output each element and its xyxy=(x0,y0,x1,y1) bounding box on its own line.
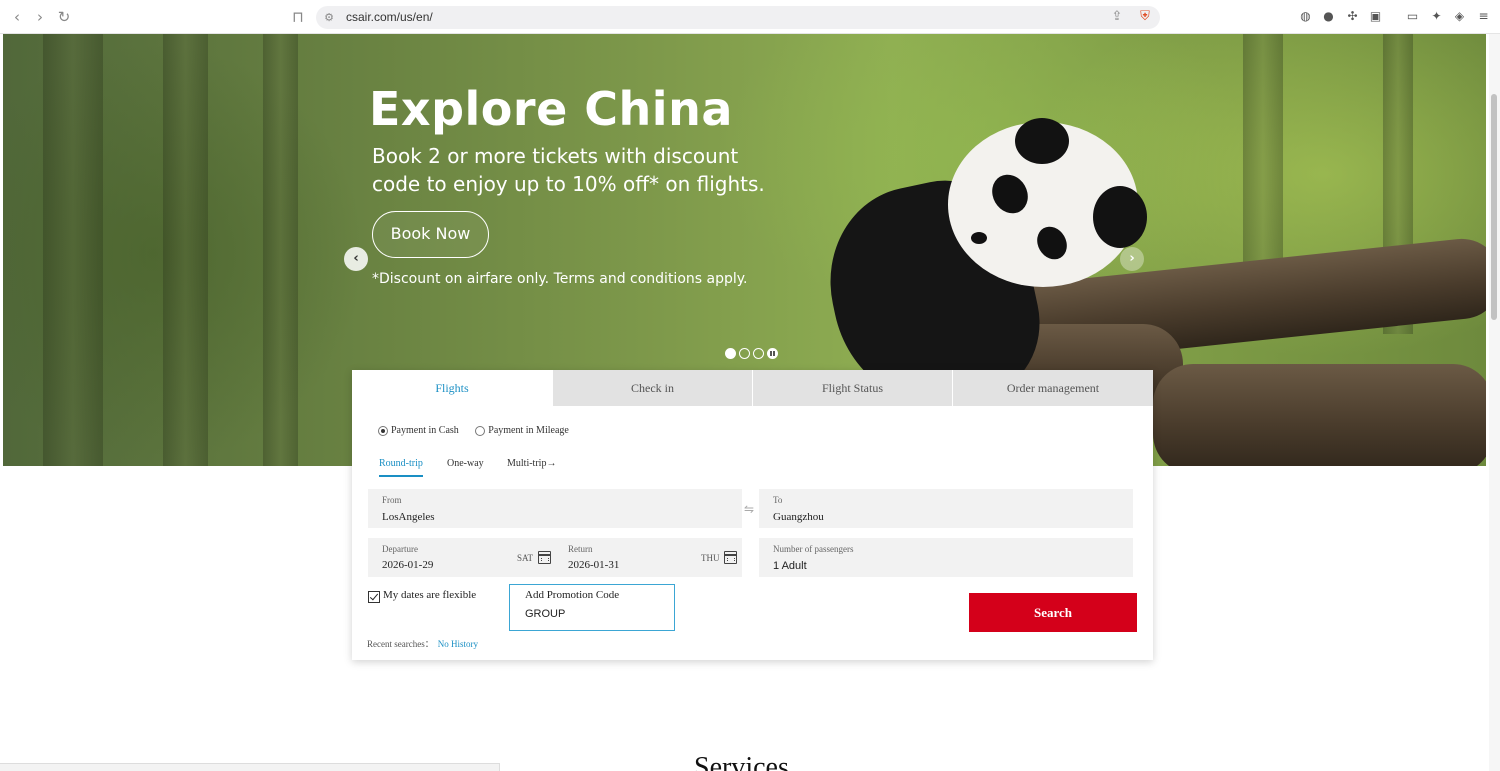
promo-code-input[interactable]: Add Promotion Code GROUP xyxy=(509,584,675,631)
address-bar[interactable]: ⚙ csair.com/us/en/ ⇪ ⛨ xyxy=(316,6,1160,29)
recent-searches-label: Recent searches： xyxy=(367,639,434,649)
tab-order-management[interactable]: Order management xyxy=(952,370,1153,406)
scroll-thumb[interactable] xyxy=(1491,94,1497,320)
calendar-icon[interactable] xyxy=(538,551,551,564)
recent-searches: Recent searches： No History xyxy=(367,637,478,650)
trip-round[interactable]: Round-trip xyxy=(379,458,423,477)
payment-cash-radio[interactable] xyxy=(378,425,388,436)
panda-ear xyxy=(1093,186,1147,248)
to-value[interactable]: Guangzhou xyxy=(773,511,824,523)
ai-icon[interactable]: ✦ xyxy=(1429,9,1444,24)
promo-code-label: Add Promotion Code xyxy=(525,589,620,601)
reload-icon[interactable]: ↻ xyxy=(55,8,73,26)
bookmark-icon[interactable]: ⊓ xyxy=(289,8,307,26)
flexible-dates-checkbox[interactable] xyxy=(368,591,380,603)
hero-title: Explore China xyxy=(369,82,733,136)
extension-icon-2[interactable]: ● xyxy=(1321,9,1336,24)
extension-icon-1[interactable]: ◍ xyxy=(1298,9,1313,24)
scrollbar[interactable] xyxy=(1489,34,1500,771)
carousel-dot[interactable] xyxy=(725,348,736,359)
pause-icon[interactable] xyxy=(767,348,778,359)
from-value[interactable]: LosAngeles xyxy=(382,511,435,523)
book-now-button[interactable]: Book Now xyxy=(372,211,489,258)
recent-searches-link[interactable]: No History xyxy=(438,639,478,649)
tab-check-in[interactable]: Check in xyxy=(552,370,752,406)
return-day: THU xyxy=(701,553,720,563)
vpn-icon[interactable]: ◈ xyxy=(1452,9,1467,24)
to-label: To xyxy=(773,495,783,505)
search-button[interactable]: Search xyxy=(969,593,1137,632)
passengers-label: Number of passengers xyxy=(773,544,854,554)
site-settings-icon[interactable]: ⚙ xyxy=(320,9,338,27)
shield-icon[interactable]: ⛨ xyxy=(1136,8,1154,26)
carousel-prev-icon[interactable]: ‹ xyxy=(344,247,368,271)
departure-day: SAT xyxy=(517,553,534,563)
forward-icon[interactable]: › xyxy=(31,8,49,26)
back-icon[interactable]: ‹ xyxy=(8,8,26,26)
browser-toolbar: ‹ › ↻ ⊓ ⚙ csair.com/us/en/ ⇪ ⛨ ◍ ● ✣ ▣ ▭… xyxy=(0,0,1500,34)
hero-subtitle: Book 2 or more tickets with discount cod… xyxy=(372,144,765,196)
url-text[interactable]: csair.com/us/en/ xyxy=(346,10,433,24)
departure-value[interactable]: 2026-01-29 xyxy=(382,559,433,571)
swap-icon[interactable]: ⇋ xyxy=(744,502,754,516)
carousel-dot[interactable] xyxy=(739,348,750,359)
date-field[interactable]: Departure 2026-01-29 SAT Return 2026-01-… xyxy=(368,538,742,577)
services-heading: Services xyxy=(694,752,789,771)
calendar-icon[interactable] xyxy=(724,551,737,564)
flexible-dates-label[interactable]: My dates are flexible xyxy=(383,589,476,601)
menu-icon[interactable]: ≡ xyxy=(1476,9,1491,24)
panda-ear xyxy=(1015,118,1069,164)
return-value[interactable]: 2026-01-31 xyxy=(568,559,619,571)
promo-code-value[interactable]: GROUP xyxy=(525,608,565,620)
return-label: Return xyxy=(568,544,593,554)
payment-mileage-label[interactable]: Payment in Mileage xyxy=(488,425,569,436)
panda-nose xyxy=(971,232,987,244)
carousel-dot[interactable] xyxy=(753,348,764,359)
booking-panel: Flights Check in Flight Status Order man… xyxy=(352,370,1153,660)
hero-note: *Discount on airfare only. Terms and con… xyxy=(372,271,748,287)
from-field[interactable]: From LosAngeles xyxy=(368,489,742,528)
payment-options: Payment in Cash Payment in Mileage xyxy=(378,425,583,436)
wallet-icon[interactable]: ▭ xyxy=(1405,9,1420,24)
passengers-field[interactable]: Number of passengers 1 Adult xyxy=(759,538,1133,577)
booking-tabs: Flights Check in Flight Status Order man… xyxy=(352,370,1153,406)
trip-multi[interactable]: Multi-trip→ xyxy=(507,458,556,469)
bamboo-decor xyxy=(263,34,298,466)
bamboo-decor xyxy=(43,34,103,466)
payment-mileage-radio[interactable] xyxy=(475,425,486,436)
puzzle-icon[interactable]: ✣ xyxy=(1345,9,1360,24)
tree-log xyxy=(1153,364,1486,466)
tab-flights[interactable]: Flights xyxy=(352,370,552,406)
from-label: From xyxy=(382,495,402,505)
passengers-value[interactable]: 1 Adult xyxy=(773,560,807,572)
payment-cash-label[interactable]: Payment in Cash xyxy=(391,425,459,436)
bamboo-decor xyxy=(163,34,208,466)
departure-label: Departure xyxy=(382,544,418,554)
status-bar xyxy=(0,763,500,771)
to-field[interactable]: To Guangzhou xyxy=(759,489,1133,528)
reader-icon[interactable]: ▣ xyxy=(1368,9,1383,24)
share-icon[interactable]: ⇪ xyxy=(1108,8,1126,26)
trip-one-way[interactable]: One-way xyxy=(447,458,484,469)
tab-flight-status[interactable]: Flight Status xyxy=(752,370,952,406)
carousel-next-icon[interactable]: › xyxy=(1120,247,1144,271)
